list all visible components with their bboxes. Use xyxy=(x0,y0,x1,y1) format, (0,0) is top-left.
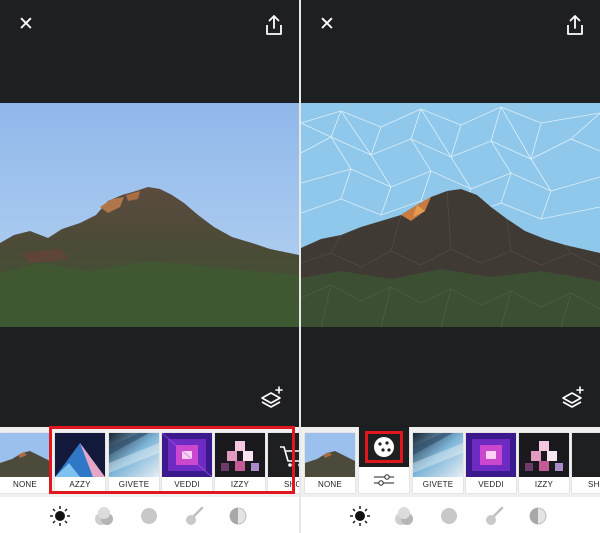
top-bar: ✕ xyxy=(301,0,600,103)
layers-add-icon[interactable] xyxy=(560,385,586,411)
filter-shop[interactable]: SHO xyxy=(572,433,600,493)
sliders-icon[interactable] xyxy=(374,474,394,486)
close-icon[interactable]: ✕ xyxy=(316,14,338,36)
sun-icon[interactable] xyxy=(349,505,371,527)
filter-izzy[interactable]: IZZY xyxy=(215,433,265,493)
filter-thumbnail xyxy=(519,433,569,477)
brush-icon[interactable] xyxy=(483,505,505,527)
canvas-bottom-bar xyxy=(0,327,299,427)
right-editor-screen: ✕ NONE GIVETE VEDDI IZZY SH xyxy=(301,0,600,533)
share-icon[interactable] xyxy=(564,13,586,37)
brush-icon[interactable] xyxy=(183,505,205,527)
randomize-button[interactable] xyxy=(359,427,409,467)
filter-thumbnail xyxy=(572,433,600,477)
mode-bar xyxy=(0,497,299,533)
filter-shop[interactable]: SHO xyxy=(268,433,299,493)
filter-thumbnail xyxy=(0,433,50,477)
contrast-icon[interactable] xyxy=(527,505,549,527)
filter-label: SHO xyxy=(588,480,600,489)
filter-label: AZZY xyxy=(69,480,91,489)
filter-thumbnail xyxy=(413,433,463,477)
filter-none[interactable]: NONE xyxy=(305,433,355,493)
original-photo xyxy=(0,103,299,327)
filter-thumbnail xyxy=(55,433,105,477)
left-editor-screen: ✕ NONE AZZY GIVETE VEDDI IZZY SHO xyxy=(0,0,299,533)
filter-azzy[interactable]: AZZY xyxy=(55,433,105,493)
filter-thumbnail xyxy=(466,433,516,477)
cart-icon xyxy=(280,446,299,467)
filter-strip[interactable]: NONE AZZY GIVETE VEDDI IZZY SHO xyxy=(0,426,299,497)
filter-label: NONE xyxy=(13,480,37,489)
filter-veddi[interactable]: VEDDI xyxy=(466,433,516,493)
layers-add-icon[interactable] xyxy=(259,385,285,411)
top-bar: ✕ xyxy=(0,0,299,103)
filter-thumbnail xyxy=(109,433,159,477)
contrast-icon[interactable] xyxy=(227,505,249,527)
sun-icon[interactable] xyxy=(49,505,71,527)
blend-icon[interactable] xyxy=(393,505,415,527)
dice-icon xyxy=(374,437,394,457)
filtered-photo xyxy=(301,103,600,327)
blend-icon[interactable] xyxy=(93,505,115,527)
filter-selected[interactable] xyxy=(359,427,409,493)
filter-veddi[interactable]: VEDDI xyxy=(162,433,212,493)
filter-label: NONE xyxy=(318,480,342,489)
circle-icon[interactable] xyxy=(438,505,460,527)
filter-label: IZZY xyxy=(534,480,554,489)
filter-thumbnail xyxy=(268,433,299,477)
filter-thumbnail xyxy=(162,433,212,477)
filter-label: GIVETE xyxy=(422,480,454,489)
filter-label: GIVETE xyxy=(118,480,150,489)
filter-label: VEDDI xyxy=(174,480,200,489)
filter-strip[interactable]: NONE GIVETE VEDDI IZZY SH xyxy=(301,427,600,497)
filter-thumbnail xyxy=(215,433,265,477)
filter-label: SHO xyxy=(284,480,299,489)
filter-izzy[interactable]: IZZY xyxy=(519,433,569,493)
filter-givete[interactable]: GIVETE xyxy=(109,433,159,493)
close-icon[interactable]: ✕ xyxy=(15,14,37,36)
filter-label: VEDDI xyxy=(478,480,504,489)
mode-bar xyxy=(301,497,600,533)
filter-none[interactable]: NONE xyxy=(0,433,50,493)
circle-icon[interactable] xyxy=(138,505,160,527)
filter-givete[interactable]: GIVETE xyxy=(413,433,463,493)
filter-label: IZZY xyxy=(230,480,250,489)
canvas-bottom-bar xyxy=(301,327,600,427)
filter-thumbnail xyxy=(305,433,355,477)
share-icon[interactable] xyxy=(263,13,285,37)
